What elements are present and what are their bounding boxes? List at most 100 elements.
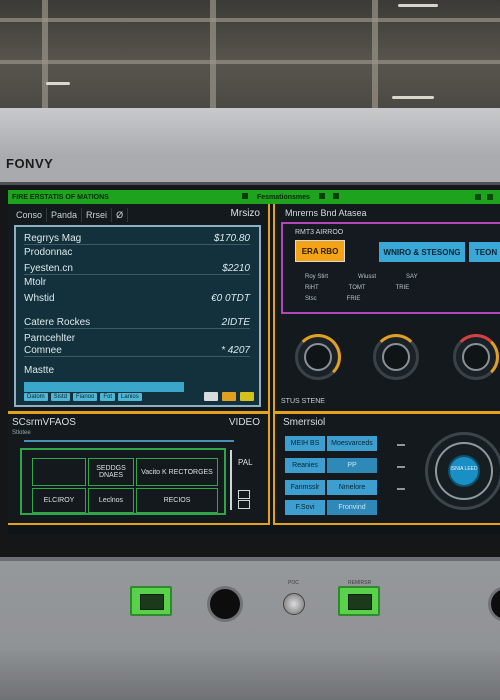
speed-gauge bbox=[453, 334, 499, 380]
warning-icon[interactable] bbox=[240, 392, 254, 401]
era-button[interactable]: ERA RBO bbox=[295, 240, 345, 262]
fianoo-button[interactable]: Fianoo bbox=[73, 393, 98, 401]
port-socket bbox=[140, 594, 164, 610]
wniro-button[interactable]: WNIRO & STESONG bbox=[379, 242, 465, 262]
output-button[interactable]: Moesvarceds bbox=[327, 436, 377, 451]
ceiling-lamp bbox=[398, 4, 438, 7]
tab-rrsei[interactable]: Rrsei bbox=[82, 208, 113, 222]
main-button-row: Datom Sistd Fianoo Fot Lanios bbox=[24, 393, 142, 401]
machine-base bbox=[0, 650, 500, 700]
control-panel-divider bbox=[0, 557, 500, 561]
lanios-button[interactable]: Lanios bbox=[118, 393, 142, 401]
row-label: Comnee bbox=[24, 345, 62, 356]
alert-icon[interactable] bbox=[222, 392, 236, 401]
status-footer: STUS STENE bbox=[281, 398, 325, 405]
side-indicator: PAL bbox=[230, 450, 256, 510]
output-panel: Smerrsiol MEIH BS Moesvarceds Reanies PP… bbox=[273, 412, 500, 525]
main-readout-panel: Conso Panda Rrsei Ø Mrsizo Regrrys Mag $… bbox=[8, 204, 270, 413]
main-panel-title: Mrsizo bbox=[230, 208, 260, 219]
video-label: VIDEO bbox=[228, 417, 260, 428]
back-icon[interactable] bbox=[204, 392, 218, 401]
controls-subtitle: Stlotee bbox=[12, 430, 31, 436]
table-row: Catere Rockes 2IDTE bbox=[24, 317, 250, 329]
output-button[interactable]: Nmelore bbox=[327, 480, 377, 495]
status-panel-title: Mnrerns Bnd Atasea bbox=[285, 208, 367, 218]
dial-core: ISNIA LEED bbox=[448, 455, 480, 487]
grid-cell[interactable]: SEDDGS DNAES bbox=[88, 458, 134, 486]
table-row: Fyesten.cn $2210 bbox=[24, 263, 250, 275]
datom-button[interactable]: Datom bbox=[24, 393, 48, 401]
rotary-knob[interactable] bbox=[207, 586, 243, 622]
status-middle: Fesmationsmes bbox=[235, 193, 346, 201]
grid-cell[interactable] bbox=[32, 458, 86, 486]
controls-panel-title: SCsrmVFAOS bbox=[12, 417, 76, 428]
readout-line: Roy Stirt Wiusst SAY bbox=[305, 274, 418, 280]
fot-button[interactable]: Fot bbox=[100, 393, 116, 401]
machine-status-panel: Mnrerns Bnd Atasea RMT3 AIRROO ERA RBO W… bbox=[273, 204, 500, 413]
row-value: $2210 bbox=[222, 263, 250, 274]
status-indicator-icon bbox=[475, 194, 481, 200]
status-indicator-icon bbox=[242, 193, 249, 199]
output-button[interactable]: Fronvind bbox=[327, 500, 377, 515]
grid-cell[interactable]: RECIOS bbox=[136, 488, 218, 513]
factory-background bbox=[0, 0, 500, 112]
readout-label: TOMT bbox=[348, 285, 366, 291]
output-panel-title: Smerrsiol bbox=[283, 417, 326, 428]
toggle-box-icon[interactable] bbox=[238, 500, 250, 509]
output-button[interactable]: Reanies bbox=[285, 458, 325, 473]
port-socket bbox=[348, 594, 372, 610]
gauge-face bbox=[462, 343, 490, 371]
grid-cell[interactable]: ELCIROY bbox=[32, 488, 86, 513]
readout-label: RiHT bbox=[305, 285, 319, 291]
grid-cell[interactable]: Leclnos bbox=[88, 488, 134, 513]
row-label: Parncehlter bbox=[24, 333, 76, 344]
table-row: Parncehlter bbox=[24, 333, 250, 344]
row-label: Catere Rockes bbox=[24, 317, 91, 328]
output-button[interactable]: PP bbox=[327, 458, 377, 473]
controls-panel: SCsrmVFAOS Stlotee VIDEO SEDDGS DNAES Va… bbox=[8, 412, 270, 525]
tab-panda[interactable]: Panda bbox=[47, 208, 83, 222]
toggle-box-icon[interactable] bbox=[238, 490, 250, 499]
row-value: * 4207 bbox=[221, 345, 250, 356]
table-row: Prodonnac bbox=[24, 247, 250, 258]
row-label: Mtolr bbox=[24, 277, 47, 288]
readout-label: Roy Stirt bbox=[305, 274, 329, 280]
readout-label: Wiusst bbox=[358, 274, 377, 280]
sistd-button[interactable]: Sistd bbox=[50, 393, 71, 401]
status-indicator-icon bbox=[318, 193, 325, 199]
table-row: Whstid €0 0TDT bbox=[24, 293, 250, 304]
reset-button[interactable] bbox=[283, 593, 305, 615]
teon-button[interactable]: TEON bbox=[469, 242, 500, 262]
row-label: Prodonnac bbox=[24, 247, 73, 258]
gauge-face bbox=[304, 343, 332, 371]
readout-label: TRIE bbox=[395, 285, 410, 291]
output-button[interactable]: MEIH BS bbox=[285, 436, 325, 451]
grid-cell[interactable]: Vacito K RECTORGES bbox=[136, 458, 218, 486]
support-post bbox=[42, 0, 48, 112]
hmi-screen: FIRE ERSTATIS OF MATIONS Fesmationsmes C… bbox=[8, 190, 500, 535]
readout-label: FRIE bbox=[346, 296, 361, 302]
row-label: Regrrys Mag bbox=[24, 233, 82, 244]
rotary-dial[interactable]: ISNIA LEED bbox=[425, 432, 500, 510]
status-right-indicators bbox=[468, 194, 500, 200]
tab-conso[interactable]: Conso bbox=[12, 208, 48, 222]
ceiling-beam bbox=[0, 18, 500, 22]
ethernet-port-right[interactable] bbox=[338, 586, 380, 616]
brand-logo: FONVY bbox=[6, 156, 54, 171]
output-button[interactable]: Fanmsslr bbox=[285, 480, 325, 495]
status-indicator-icon bbox=[332, 193, 339, 199]
status-box-label: RMT3 AIRROO bbox=[295, 229, 344, 236]
main-tab-bar: Conso Panda Rrsei Ø bbox=[12, 208, 129, 222]
output-button[interactable]: F.Sovi bbox=[285, 500, 325, 515]
row-value: $170.80 bbox=[213, 233, 250, 244]
pressure-gauge bbox=[295, 334, 341, 380]
dial-label: ISNIA LEED bbox=[450, 466, 478, 472]
tab-symbol[interactable]: Ø bbox=[112, 208, 129, 222]
status-indicator-icon bbox=[487, 194, 493, 200]
row-value: €0 0TDT bbox=[211, 293, 250, 304]
support-post bbox=[210, 0, 216, 112]
ethernet-port-left[interactable] bbox=[130, 586, 172, 616]
status-bar: FIRE ERSTATIS OF MATIONS Fesmationsmes bbox=[8, 190, 500, 204]
table-row: Mastte bbox=[24, 365, 250, 376]
port-label: POC bbox=[288, 580, 299, 586]
